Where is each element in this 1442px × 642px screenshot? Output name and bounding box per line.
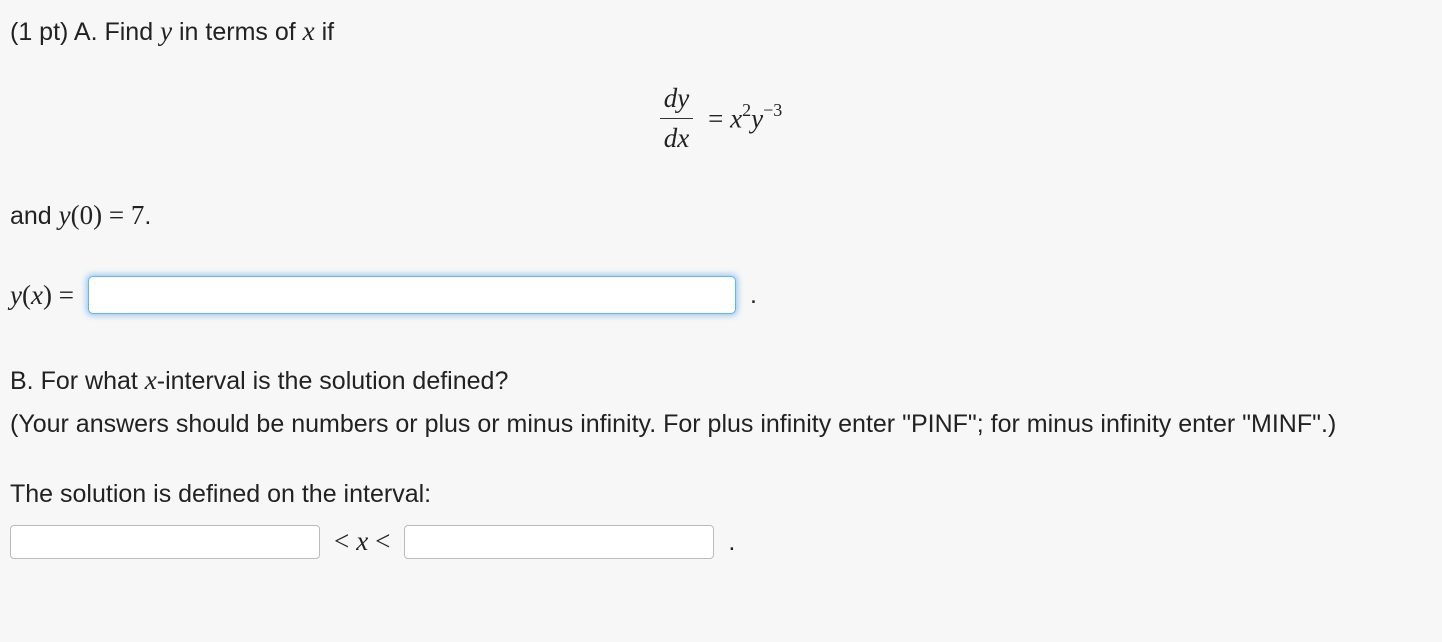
rhs-x: x	[730, 103, 742, 133]
initial-condition: and y(0) = 7.	[10, 196, 1432, 235]
rhs-x-exp: 2	[742, 100, 751, 120]
answer-label-x: x	[31, 280, 43, 310]
frac-num-d: d	[664, 83, 678, 113]
frac-num-y: y	[677, 83, 689, 113]
frac-den-x: x	[677, 123, 689, 153]
answer-label-y: y	[10, 280, 22, 310]
lt1: <	[334, 526, 349, 556]
equals-sign: =	[708, 103, 730, 133]
answer-label-close: )	[43, 280, 52, 310]
var-y: y	[160, 16, 172, 46]
rhs-y: y	[751, 103, 763, 133]
interval-between: < x <	[334, 522, 390, 561]
part-b-question: B. For what x-interval is the solution d…	[10, 361, 1432, 400]
fraction-dy-dx: dy dx	[660, 79, 693, 158]
b-prefix: B. For what	[10, 367, 145, 395]
answer-label: y(x) =	[10, 276, 74, 315]
answer-row: y(x) = .	[10, 276, 1432, 315]
answer-label-open: (	[22, 280, 31, 310]
ic-period: .	[144, 202, 151, 230]
b-suffix: -interval is the solution defined?	[157, 367, 509, 395]
ic-open: (	[71, 200, 80, 230]
part-a-intro: (1 pt) A. Find y in terms of x if	[10, 12, 1432, 51]
ic-close: )	[93, 200, 102, 230]
ic-eq: =	[102, 200, 131, 230]
interval-upper-input[interactable]	[404, 525, 714, 559]
ic-val: 7	[131, 200, 145, 230]
intro-mid: in terms of	[172, 18, 303, 46]
interval-x: x	[356, 526, 368, 556]
intro-suffix: if	[315, 18, 334, 46]
b-x: x	[145, 365, 157, 395]
rhs-y-exp: −3	[763, 100, 782, 120]
var-x: x	[303, 16, 315, 46]
interval-lower-input[interactable]	[10, 525, 320, 559]
intro-prefix: (1 pt) A. Find	[10, 18, 160, 46]
part-b-hint: (Your answers should be numbers or plus …	[10, 406, 1432, 442]
ic-zero: 0	[80, 200, 94, 230]
answer-period: .	[750, 277, 757, 313]
lt2: <	[375, 526, 390, 556]
frac-den-d: d	[664, 123, 678, 153]
answer-label-eq: =	[52, 280, 74, 310]
interval-label: The solution is defined on the interval:	[10, 476, 1432, 512]
ic-y: y	[59, 200, 71, 230]
interval-period: .	[728, 524, 735, 560]
problem-page: (1 pt) A. Find y in terms of x if dy dx …	[0, 0, 1442, 579]
yx-answer-input[interactable]	[88, 276, 736, 314]
ic-prefix: and	[10, 202, 59, 230]
interval-row: < x < .	[10, 522, 1432, 561]
differential-equation: dy dx = x2y−3	[10, 79, 1432, 158]
